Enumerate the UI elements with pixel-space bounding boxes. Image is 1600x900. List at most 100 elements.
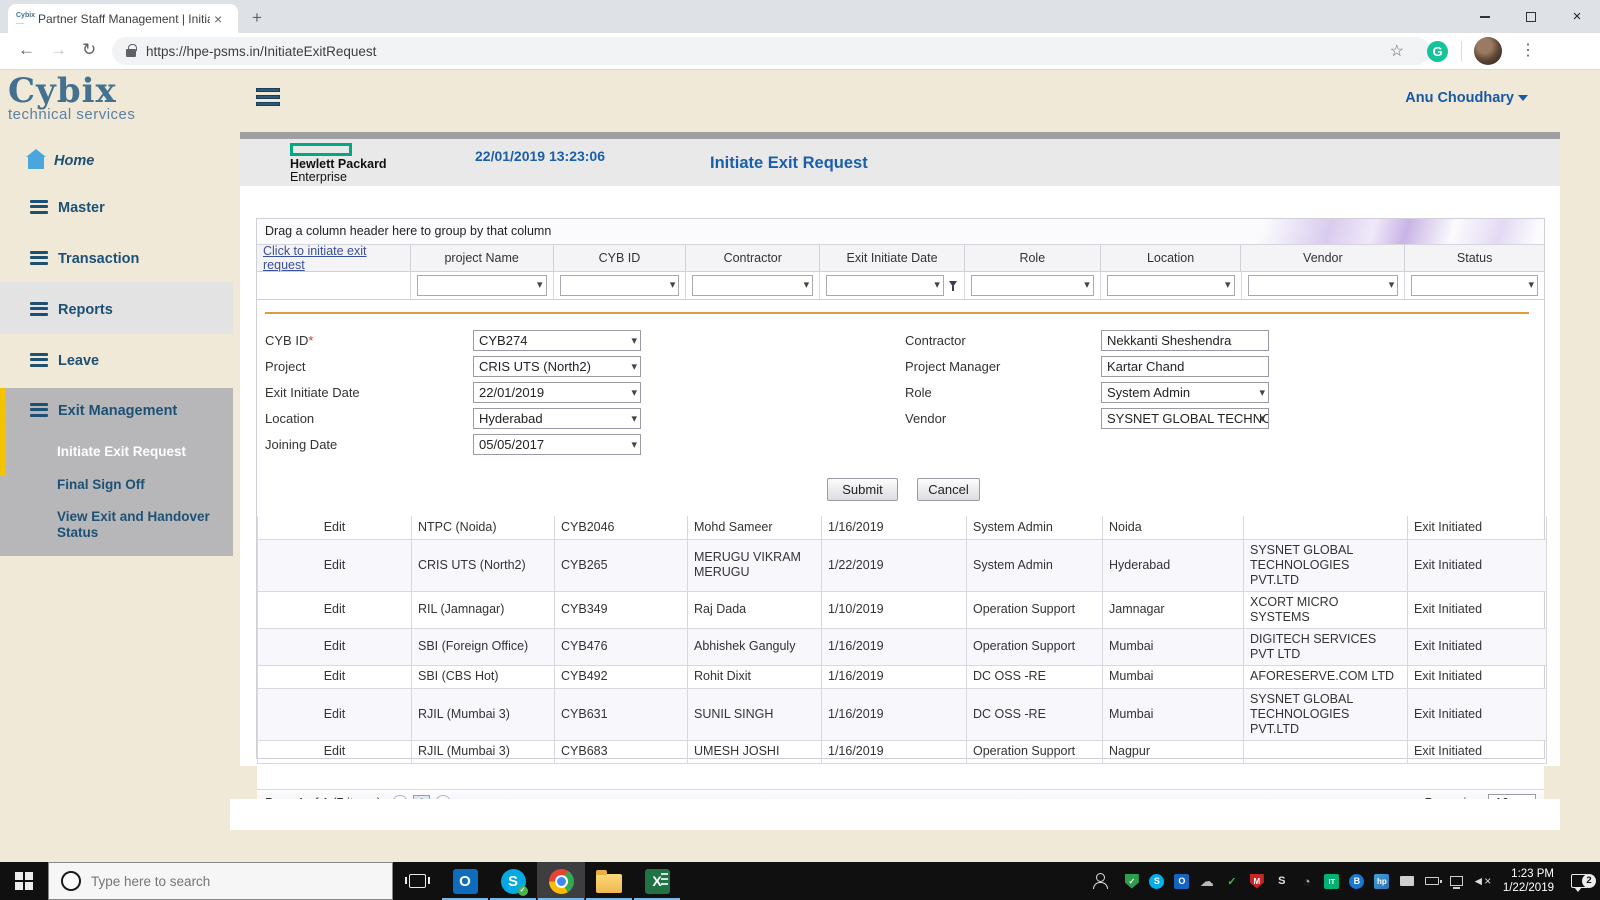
task-view-button[interactable] xyxy=(393,862,441,900)
column-header-location[interactable]: Location xyxy=(1100,245,1242,272)
volume-muted-icon[interactable]: ◄× xyxy=(1472,873,1491,889)
form-divider xyxy=(265,312,1529,314)
role-select[interactable]: System Admin xyxy=(1101,382,1269,403)
joining-date-select[interactable]: 05/05/2017 xyxy=(473,434,641,455)
filter-dropdown-contractor[interactable] xyxy=(692,275,814,296)
taskbar-app-chrome[interactable] xyxy=(537,862,585,900)
taskbar-app-file-explorer[interactable] xyxy=(585,862,633,900)
edit-link[interactable]: Edit xyxy=(257,665,412,689)
search-input[interactable] xyxy=(91,873,361,889)
table-row: Edit SBI (Foreign Office) CYB476 Abhishe… xyxy=(257,628,1547,666)
network-icon[interactable] xyxy=(1449,873,1465,889)
synaptics-icon[interactable]: S xyxy=(1274,873,1290,889)
exit-date-select[interactable]: 22/01/2019 xyxy=(473,382,641,403)
sidebar-subitem-initiate-exit-request[interactable]: Initiate Exit Request xyxy=(57,444,223,460)
window-close-button[interactable]: × xyxy=(1554,0,1600,33)
grammarly-extension-icon[interactable]: G xyxy=(1427,41,1448,62)
column-header-project-name[interactable]: project Name xyxy=(410,245,554,272)
cyb-id-select[interactable]: CYB274 xyxy=(473,330,641,351)
filter-dropdown-vendor[interactable] xyxy=(1247,275,1399,296)
cell-location: Hyderabad xyxy=(1102,539,1244,592)
column-header-exit-initiate-date[interactable]: Exit Initiate Date xyxy=(820,245,965,272)
taskbar-app-excel[interactable]: X xyxy=(633,862,681,900)
edit-link[interactable]: Edit xyxy=(257,516,412,540)
reload-icon[interactable]: ↻ xyxy=(82,40,96,60)
cell-cyb-id: CYB492 xyxy=(554,665,688,689)
sidebar-item-reports[interactable]: Reports xyxy=(0,298,233,322)
display-icon[interactable] xyxy=(1399,873,1415,889)
start-button[interactable] xyxy=(0,862,48,900)
submit-button[interactable]: Submit xyxy=(827,478,898,501)
sidebar-item-exit-management[interactable]: Exit Management xyxy=(0,399,233,423)
column-header-initiate-link[interactable]: Click to initiate exit request xyxy=(257,244,411,272)
outlook-icon: O xyxy=(452,868,478,894)
sidebar-subitem-view-exit-handover-status[interactable]: View Exit and Handover Status xyxy=(57,509,223,541)
defender-icon[interactable]: ✓ xyxy=(1124,873,1140,889)
filter-pin-icon[interactable] xyxy=(948,281,958,291)
people-icon[interactable] xyxy=(1092,873,1110,889)
browser-tab-bar: Cybix —— Partner Staff Management | Initi… xyxy=(0,0,1600,33)
filter-dropdown-location[interactable] xyxy=(1106,275,1235,296)
address-bar[interactable]: https://hpe-psms.in/InitiateExitRequest xyxy=(112,37,1430,65)
clock-date: 1/22/2019 xyxy=(1502,882,1554,894)
column-header-status[interactable]: Status xyxy=(1405,245,1545,272)
onedrive-icon[interactable]: ☁ xyxy=(1199,873,1215,889)
sidebar-subitem-final-sign-off[interactable]: Final Sign Off xyxy=(57,477,223,493)
contractor-field[interactable] xyxy=(1101,330,1269,351)
sidebar-item-home[interactable]: Home xyxy=(0,149,233,173)
user-menu[interactable]: Anu Choudhary xyxy=(1405,90,1528,106)
edit-link[interactable]: Edit xyxy=(257,591,412,629)
graphics-app-icon[interactable]: hp xyxy=(1374,873,1390,889)
edit-link[interactable]: Edit xyxy=(257,539,412,592)
browser-tab[interactable]: Cybix —— Partner Staff Management | Initi… xyxy=(8,4,238,33)
filter-dropdown-project[interactable] xyxy=(416,275,547,296)
taskbar-app-skype[interactable]: S ✓ xyxy=(489,862,537,900)
taskbar-search[interactable] xyxy=(48,862,393,900)
browser-menu-icon[interactable]: ⋮ xyxy=(1520,40,1536,60)
location-select[interactable]: Hyderabad xyxy=(473,408,641,429)
edit-link[interactable]: Edit xyxy=(257,688,412,741)
sidebar-toggle-icon[interactable] xyxy=(256,88,280,109)
forward-icon[interactable]: → xyxy=(50,40,67,60)
column-header-vendor[interactable]: Vendor xyxy=(1241,245,1406,272)
bluetooth-icon[interactable]: B xyxy=(1349,873,1365,889)
filter-dropdown-role[interactable] xyxy=(970,275,1094,296)
filter-dropdown-exit-date[interactable] xyxy=(826,275,944,296)
column-header-role[interactable]: Role xyxy=(964,245,1101,272)
sidebar-item-master[interactable]: Master xyxy=(0,196,233,220)
it-app-icon[interactable]: IT xyxy=(1324,873,1340,889)
edit-link[interactable]: Edit xyxy=(257,628,412,666)
tab-close-icon[interactable]: × xyxy=(214,11,222,27)
project-select[interactable]: CRIS UTS (North2) xyxy=(473,356,641,377)
window-minimize-button[interactable] xyxy=(1462,0,1508,33)
sidebar-item-transaction[interactable]: Transaction xyxy=(0,247,233,271)
performance-monitor-icon[interactable]: ◔ xyxy=(1299,873,1315,889)
taskbar-clock[interactable]: 1:23 PM 1/22/2019 xyxy=(1503,867,1554,895)
cell-contractor: UMESH JOSHI xyxy=(687,740,822,764)
cell-status: Exit Initiated xyxy=(1407,591,1547,629)
user-name: Anu Choudhary xyxy=(1405,90,1514,106)
sidebar-item-leave[interactable]: Leave xyxy=(0,349,233,373)
new-tab-button[interactable]: + xyxy=(252,8,262,28)
bookmark-star-icon[interactable]: ☆ xyxy=(1390,41,1404,61)
outlook-tray-icon[interactable]: O xyxy=(1174,873,1190,889)
cell-status: Exit Initiated xyxy=(1407,688,1547,741)
project-manager-field[interactable] xyxy=(1101,356,1269,377)
filter-dropdown-cyb-id[interactable] xyxy=(559,275,680,296)
browser-profile-avatar[interactable] xyxy=(1474,37,1502,65)
cell-vendor: AFORESERVE.COM LTD xyxy=(1243,665,1408,689)
edit-link[interactable]: Edit xyxy=(257,740,412,764)
column-header-cyb-id[interactable]: CYB ID xyxy=(553,245,687,272)
battery-icon[interactable] xyxy=(1424,873,1442,889)
sync-check-icon[interactable]: ✓ xyxy=(1224,873,1240,889)
window-maximize-button[interactable] xyxy=(1508,0,1554,33)
cancel-button[interactable]: Cancel xyxy=(917,478,980,501)
taskbar-app-outlook[interactable]: O xyxy=(441,862,489,900)
vendor-select[interactable]: SYSNET GLOBAL TECHNOL xyxy=(1101,408,1269,429)
back-icon[interactable]: ← xyxy=(18,40,35,60)
skype-tray-icon[interactable]: S xyxy=(1149,873,1165,889)
action-center-button[interactable]: 2 xyxy=(1564,874,1596,892)
column-header-contractor[interactable]: Contractor xyxy=(686,245,821,272)
filter-dropdown-status[interactable] xyxy=(1411,275,1539,296)
mcafee-icon[interactable]: M xyxy=(1249,873,1265,889)
